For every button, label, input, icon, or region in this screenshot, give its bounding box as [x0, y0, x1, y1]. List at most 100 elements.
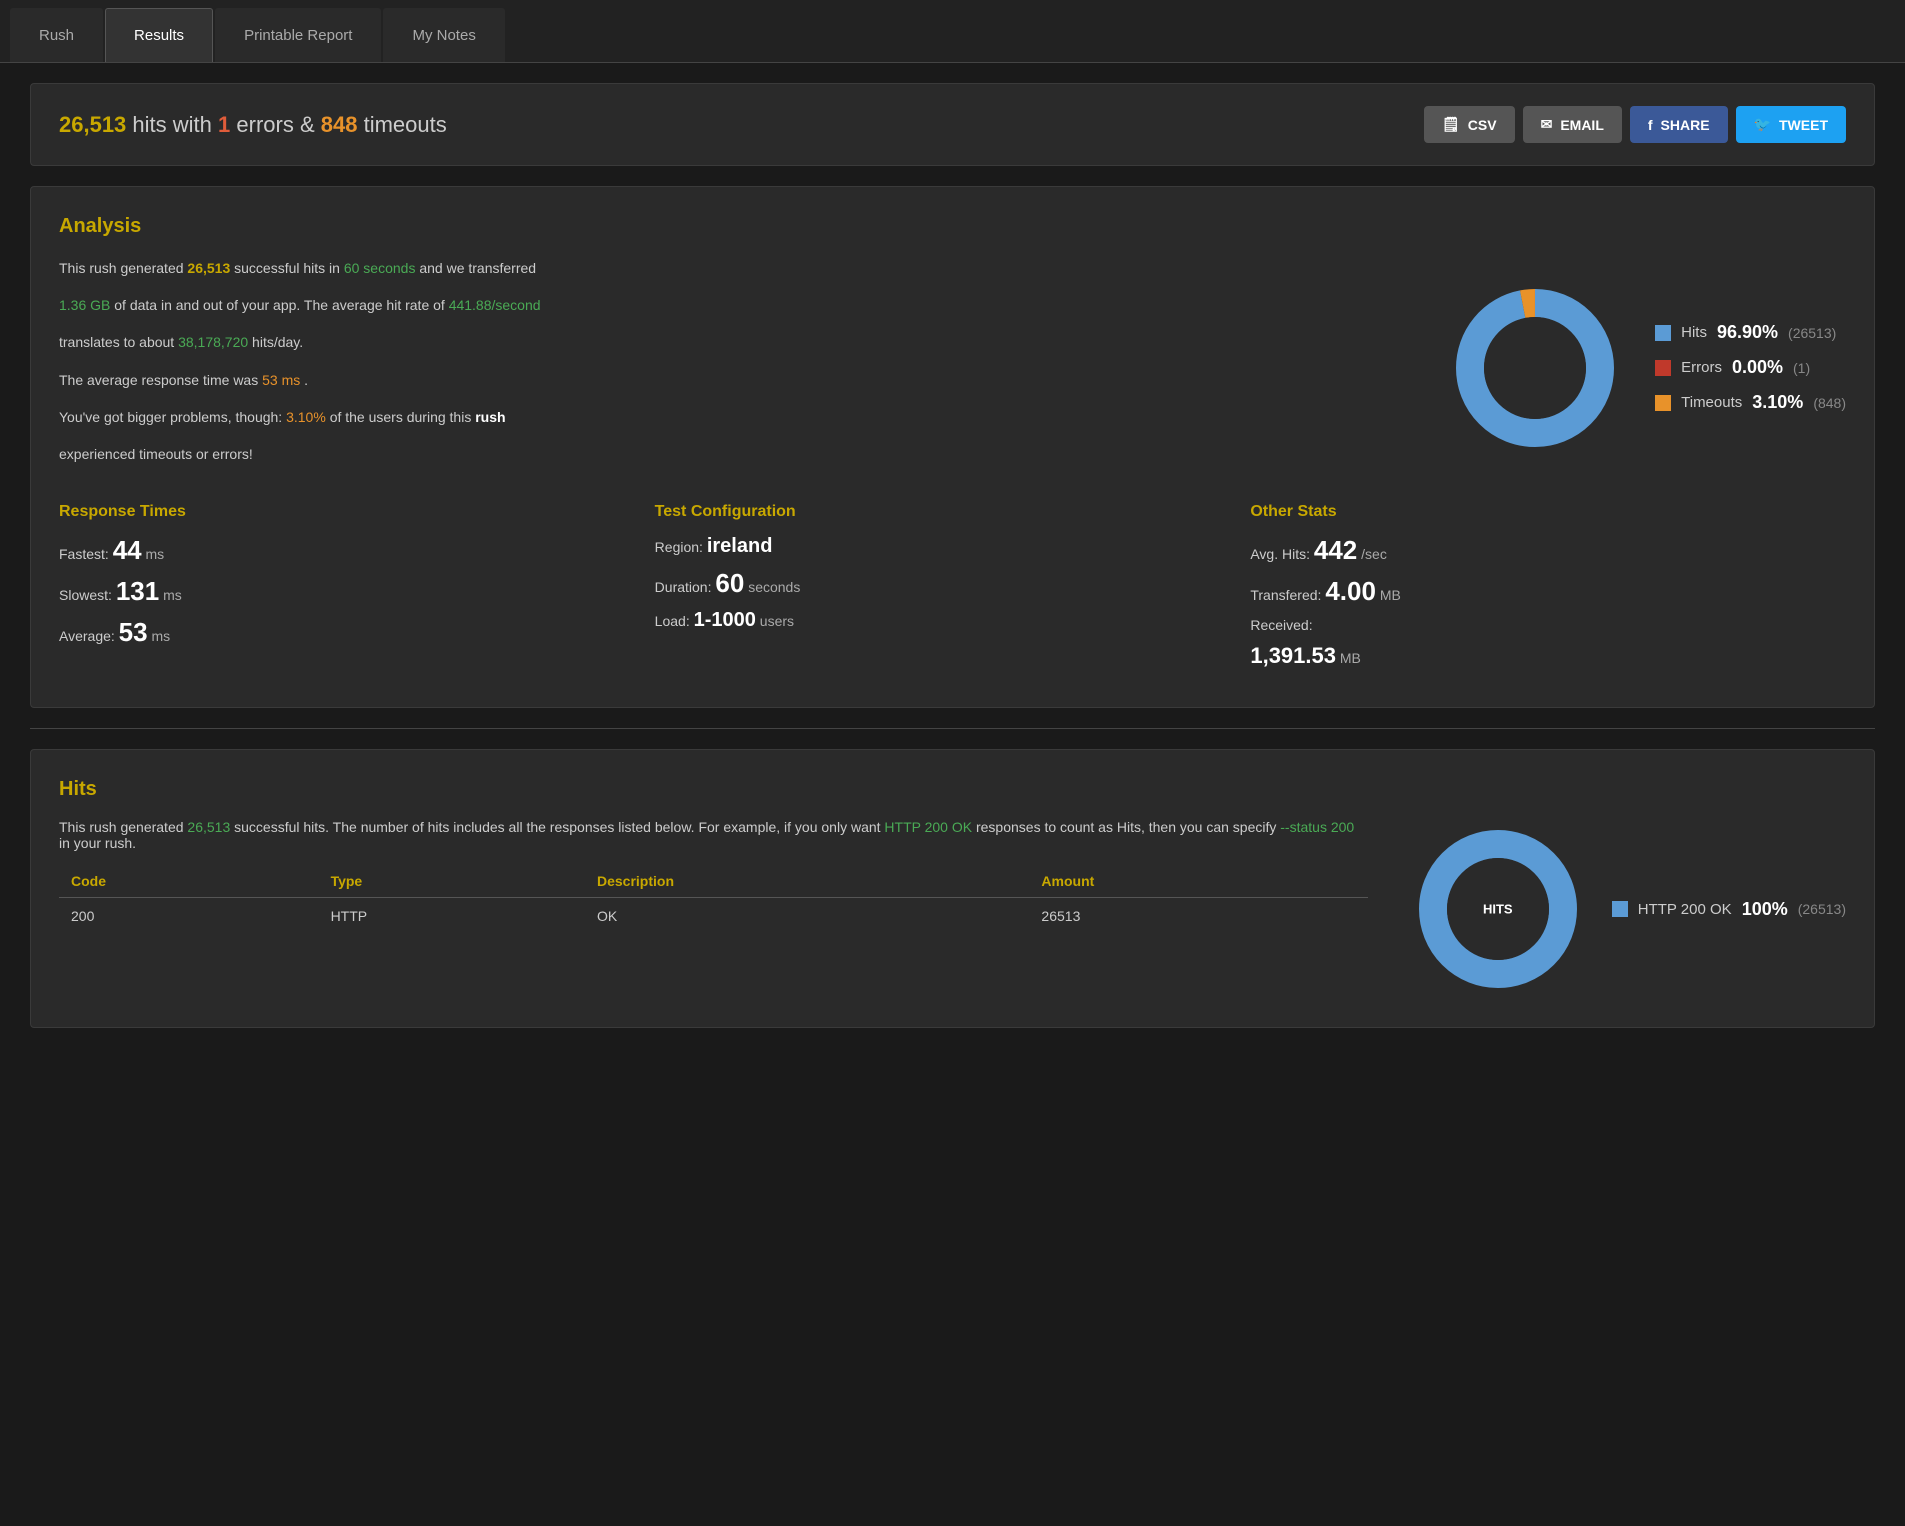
- p3-hits: 38,178,720: [178, 334, 248, 350]
- cell-code: 200: [59, 898, 319, 935]
- p2-data: 1.36 GB: [59, 297, 110, 313]
- summary-errors-label: errors &: [236, 112, 320, 137]
- legend-timeouts-pct: 3.10%: [1752, 392, 1803, 413]
- p2-rate: 441.88/second: [449, 297, 541, 313]
- analysis-title: Analysis: [59, 215, 1846, 238]
- hits-legend-box: [1612, 901, 1628, 917]
- transferred-row: Transfered: 4.00 MB: [1250, 576, 1846, 607]
- share-label: SHARE: [1661, 117, 1710, 133]
- hits-donut-chart: HITS: [1408, 819, 1588, 999]
- average-unit: ms: [151, 628, 170, 644]
- load-label: Load:: [655, 613, 690, 629]
- p5-pct: 3.10%: [286, 409, 326, 425]
- tab-notes[interactable]: My Notes: [383, 8, 504, 62]
- hits-legend-item: HTTP 200 OK 100% (26513): [1612, 899, 1846, 920]
- hits-table-body: 200HTTPOK26513: [59, 898, 1368, 935]
- analysis-p2: 1.36 GB of data in and out of your app. …: [59, 293, 1405, 318]
- chart-legend: Hits 96.90% (26513) Errors 0.00% (1) Tim…: [1655, 322, 1846, 413]
- donut-svg: [1445, 278, 1625, 458]
- slowest-val: 131: [116, 576, 159, 606]
- load-val: 1-1000: [694, 609, 756, 631]
- received-row: Received:: [1250, 617, 1846, 633]
- analysis-content: This rush generated 26,513 successful hi…: [59, 256, 1846, 479]
- analysis-p5: You've got bigger problems, though: 3.10…: [59, 405, 1405, 430]
- legend-errors-label: Errors: [1681, 359, 1722, 376]
- duration-val: 60: [715, 568, 744, 598]
- received-unit: MB: [1340, 650, 1361, 666]
- hits-description: This rush generated 26,513 successful hi…: [59, 819, 1368, 851]
- avg-hits-row: Avg. Hits: 442 /sec: [1250, 535, 1846, 566]
- twitter-icon: 🐦: [1754, 116, 1771, 133]
- share-button[interactable]: f SHARE: [1630, 106, 1728, 143]
- legend-hits-label: Hits: [1681, 324, 1707, 341]
- chart-area: Hits 96.90% (26513) Errors 0.00% (1) Tim…: [1445, 256, 1846, 479]
- legend-hits: Hits 96.90% (26513): [1655, 322, 1846, 343]
- region-row: Region: ireland: [655, 535, 1251, 558]
- legend-hits-count: (26513): [1788, 325, 1836, 341]
- csv-label: CSV: [1468, 117, 1497, 133]
- avg-hits-unit: /sec: [1361, 546, 1387, 562]
- received-label: Received:: [1250, 617, 1312, 633]
- slowest-row: Slowest: 131 ms: [59, 576, 655, 607]
- hits-table-header-row: Code Type Description Amount: [59, 865, 1368, 898]
- tweet-button[interactable]: 🐦 TWEET: [1736, 106, 1846, 143]
- fastest-unit: ms: [146, 546, 165, 562]
- slowest-unit: ms: [163, 587, 182, 603]
- duration-row: Duration: 60 seconds: [655, 568, 1251, 599]
- avg-hits-label: Avg. Hits:: [1250, 546, 1310, 562]
- analysis-p5b: experienced timeouts or errors!: [59, 442, 1405, 467]
- tab-rush[interactable]: Rush: [10, 8, 103, 62]
- summary-hits-label: hits with: [132, 112, 218, 137]
- tab-printable[interactable]: Printable Report: [215, 8, 381, 62]
- load-unit: users: [760, 613, 794, 629]
- other-stats-col: Other Stats Avg. Hits: 442 /sec Transfer…: [1250, 503, 1846, 679]
- region-label: Region:: [655, 539, 703, 555]
- action-buttons: 🗒 CSV ✉ EMAIL f SHARE 🐦 TWEET: [1424, 106, 1846, 143]
- legend-timeouts: Timeouts 3.10% (848): [1655, 392, 1846, 413]
- cell-desc: OK: [585, 898, 1029, 935]
- p1-hits: 26,513: [187, 260, 230, 276]
- hits-left: This rush generated 26,513 successful hi…: [59, 819, 1368, 999]
- fastest-row: Fastest: 44 ms: [59, 535, 655, 566]
- email-button[interactable]: ✉ EMAIL: [1523, 106, 1622, 143]
- hits-color-box: [1655, 325, 1671, 341]
- analysis-p4: The average response time was 53 ms .: [59, 368, 1405, 393]
- http-200-link[interactable]: HTTP 200 OK: [884, 819, 972, 835]
- hits-count: 26,513: [59, 112, 126, 137]
- fastest-val: 44: [113, 535, 142, 565]
- email-label: EMAIL: [1560, 117, 1604, 133]
- summary-timeouts-label: timeouts: [364, 112, 447, 137]
- fastest-label: Fastest:: [59, 546, 109, 562]
- hits-section: Hits This rush generated 26,513 successf…: [30, 749, 1875, 1028]
- average-row: Average: 53 ms: [59, 617, 655, 648]
- transferred-unit: MB: [1380, 587, 1401, 603]
- timeouts-count: 848: [321, 112, 358, 137]
- hits-title: Hits: [59, 778, 1846, 801]
- legend-errors: Errors 0.00% (1): [1655, 357, 1846, 378]
- average-val: 53: [119, 617, 148, 647]
- analysis-section: Analysis This rush generated 26,513 succ…: [30, 186, 1875, 708]
- avg-hits-val: 442: [1314, 535, 1357, 565]
- csv-icon: 🗒: [1442, 116, 1460, 133]
- received-val: 1,391.53: [1250, 643, 1336, 668]
- email-icon: ✉: [1541, 116, 1553, 133]
- tabs-bar: Rush Results Printable Report My Notes: [0, 0, 1905, 63]
- hits-legend-pct: 100%: [1742, 899, 1788, 920]
- test-config-col: Test Configuration Region: ireland Durat…: [655, 503, 1251, 679]
- csv-button[interactable]: 🗒 CSV: [1424, 106, 1515, 143]
- transferred-label: Transfered:: [1250, 587, 1321, 603]
- col-amount: Amount: [1029, 865, 1367, 898]
- timeouts-color-box: [1655, 395, 1671, 411]
- duration-label: Duration:: [655, 579, 712, 595]
- divider: [30, 728, 1875, 729]
- main-content: 26,513 hits with 1 errors & 848 timeouts…: [0, 63, 1905, 1068]
- col-code: Code: [59, 865, 319, 898]
- hits-section-content: This rush generated 26,513 successful hi…: [59, 819, 1846, 999]
- duration-unit: seconds: [748, 579, 800, 595]
- col-type: Type: [319, 865, 585, 898]
- errors-count: 1: [218, 112, 230, 137]
- transferred-val: 4.00: [1325, 576, 1376, 606]
- legend-hits-pct: 96.90%: [1717, 322, 1778, 343]
- legend-errors-pct: 0.00%: [1732, 357, 1783, 378]
- tab-results[interactable]: Results: [105, 8, 213, 62]
